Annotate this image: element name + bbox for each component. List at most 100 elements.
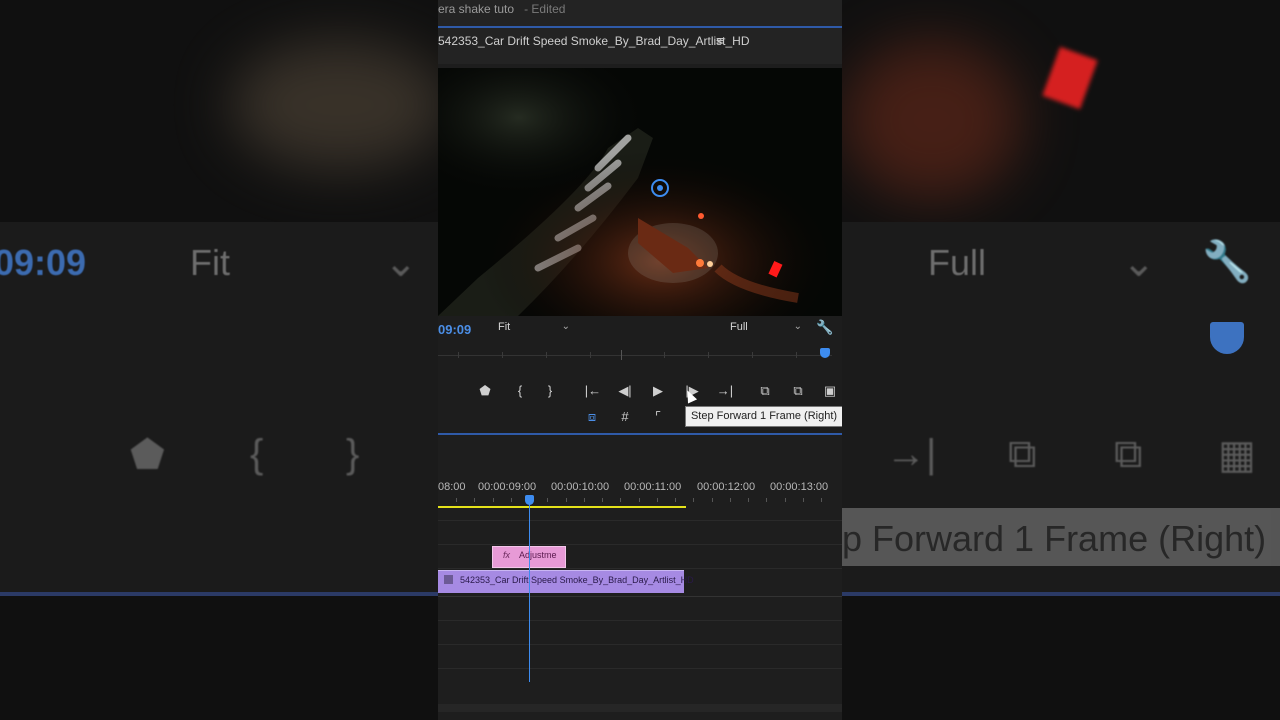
zoom-select[interactable]: Fit ⌄ [498, 321, 570, 337]
transport-controls: ⬟ { } |← ◀| ▶ |▶ →| ⧉ ⧉ ▣ [438, 378, 842, 404]
ruler-tick [730, 498, 731, 502]
scrubber-tick [546, 352, 547, 358]
quality-select-value: Full [730, 321, 748, 333]
wrench-icon[interactable]: 🔧 [816, 319, 833, 336]
video-track-v3[interactable] [438, 520, 842, 545]
bg-marker-icon: ⬟ [130, 433, 165, 477]
work-area-bar[interactable] [438, 506, 686, 508]
export-frame-icon[interactable]: ▣ [820, 382, 840, 400]
ruler-tick [602, 498, 603, 502]
video-clip[interactable]: 542353_Car Drift Speed Smoke_By_Brad_Day… [438, 570, 694, 593]
zoom-select-value: Fit [498, 321, 511, 333]
audio-track-a4[interactable] [438, 668, 842, 693]
quality-select[interactable]: Full ⌄ [730, 321, 802, 337]
ruler-tick [639, 498, 640, 502]
bg-insert-icon: ⧉ [1008, 432, 1037, 476]
ruler-label: 00:00:11:00 [624, 481, 682, 493]
go-to-out-icon[interactable]: →| [715, 382, 735, 400]
step-back-icon[interactable]: ◀| [615, 382, 635, 400]
ruler-tick [803, 498, 804, 502]
ruler-tick [493, 498, 494, 502]
bg-go-out-icon: →| [886, 432, 937, 476]
scrubber-tick [590, 352, 591, 358]
scrubber-playhead[interactable] [820, 348, 830, 358]
bg-export-frame-icon: ▦ [1218, 433, 1256, 477]
ruler-tick [657, 498, 658, 502]
scrubber-tick [752, 352, 753, 358]
comparison-view-icon[interactable]: ⧈ [582, 408, 602, 426]
bg-overwrite-icon: ⧉ [1114, 432, 1143, 476]
hamburger-icon[interactable]: ≡ [716, 33, 724, 48]
mark-in-icon[interactable]: { [510, 382, 530, 400]
project-name: era shake tuto [438, 2, 515, 16]
monitor-controls: 09:09 Fit ⌄ Full ⌄ 🔧 [438, 318, 842, 340]
scrubber-track [438, 355, 832, 356]
video-preview [438, 68, 842, 316]
audio-track-a1[interactable] [438, 596, 842, 621]
ruler-tick [456, 498, 457, 502]
settings-crop-icon[interactable]: ⌜ [648, 408, 668, 426]
scrubber-tick [796, 352, 797, 358]
scrubber-tick [664, 352, 665, 358]
panel-separator [438, 433, 842, 435]
clip-label: Adjustme [519, 550, 557, 560]
safe-margins-icon[interactable]: # [615, 408, 635, 426]
project-status: - Edited [524, 2, 566, 16]
background-right: Full ⌄ 🔧 →| ⧉ ⧉ ▦ [842, 0, 1280, 720]
bg-mark-in-icon: { [250, 432, 264, 476]
scrubber-tick [708, 352, 709, 358]
bg-wrench-icon: 🔧 [1202, 240, 1252, 284]
monitor-scrubber[interactable] [438, 346, 842, 364]
ruler-tick [693, 498, 694, 502]
program-monitor-tab[interactable]: 542353_Car Drift Speed Smoke_By_Brad_Day… [438, 28, 842, 64]
bg-blue-line [0, 592, 438, 596]
bg-quality: Full [928, 242, 987, 283]
chevron-down-icon: ⌄ [561, 321, 570, 332]
insert-icon[interactable]: ⧉ [755, 382, 775, 400]
bg-tooltip: p Forward 1 Frame (Right) [842, 508, 1280, 566]
go-to-in-icon[interactable]: |← [583, 382, 603, 400]
ruler-tick [566, 498, 567, 502]
mark-out-icon[interactable]: } [540, 382, 560, 400]
video-frame [438, 68, 842, 316]
play-icon[interactable]: ▶ [648, 382, 668, 400]
clip-label: 542353_Car Drift Speed Smoke_By_Brad_Day… [460, 575, 694, 585]
ruler-tick [748, 498, 749, 502]
project-title: era shake tuto - Edited [438, 2, 565, 16]
ruler-label: 08:00 [438, 481, 466, 493]
title-bar: era shake tuto - Edited [438, 0, 842, 28]
bg-chevron-icon-right: ⌄ [1122, 241, 1156, 285]
scrubber-tick [502, 352, 503, 358]
playhead-timecode[interactable]: 09:09 [438, 322, 471, 337]
scrubber-tick [621, 350, 622, 360]
ruler-tick [511, 498, 512, 502]
background-left: 09:09 Fit ⌄ ⬟ { } [0, 0, 438, 720]
timeline-scrollbar[interactable] [438, 704, 842, 712]
ruler-tick [821, 498, 822, 502]
timeline-playhead-line[interactable] [529, 504, 530, 682]
ruler-tick [474, 498, 475, 502]
fx-badge-icon: fx [503, 550, 511, 560]
bg-zoom: Fit [190, 242, 230, 283]
ruler-tick [620, 498, 621, 502]
bg-timecode: 09:09 [0, 242, 87, 283]
audio-track-a2[interactable] [438, 620, 842, 645]
tooltip: Step Forward 1 Frame (Right) [685, 406, 842, 427]
ruler-tick [547, 498, 548, 502]
add-marker-icon[interactable]: ⬟ [475, 382, 495, 400]
monitor-tab-label[interactable]: 542353_Car Drift Speed Smoke_By_Brad_Day… [438, 34, 750, 48]
bg-blue-line-right [842, 592, 1280, 596]
overwrite-icon[interactable]: ⧉ [788, 382, 808, 400]
ruler-label: 00:00:09:00 [478, 481, 537, 493]
bg-chevron-icon: ⌄ [384, 241, 418, 285]
ruler-tick [785, 498, 786, 502]
ruler-label: 00:00:12:00 [697, 481, 756, 493]
ruler-tick [584, 498, 585, 502]
timeline-panel[interactable]: 08:00 00:00:09:00 00:00:10:00 00:00:11:0… [438, 436, 842, 720]
audio-track-a3[interactable] [438, 644, 842, 669]
ruler-tick [766, 498, 767, 502]
fx-badge-icon [444, 575, 453, 584]
ruler-label: 00:00:10:00 [551, 481, 610, 493]
ruler-tick [712, 498, 713, 502]
timeline-ruler[interactable] [438, 496, 842, 506]
